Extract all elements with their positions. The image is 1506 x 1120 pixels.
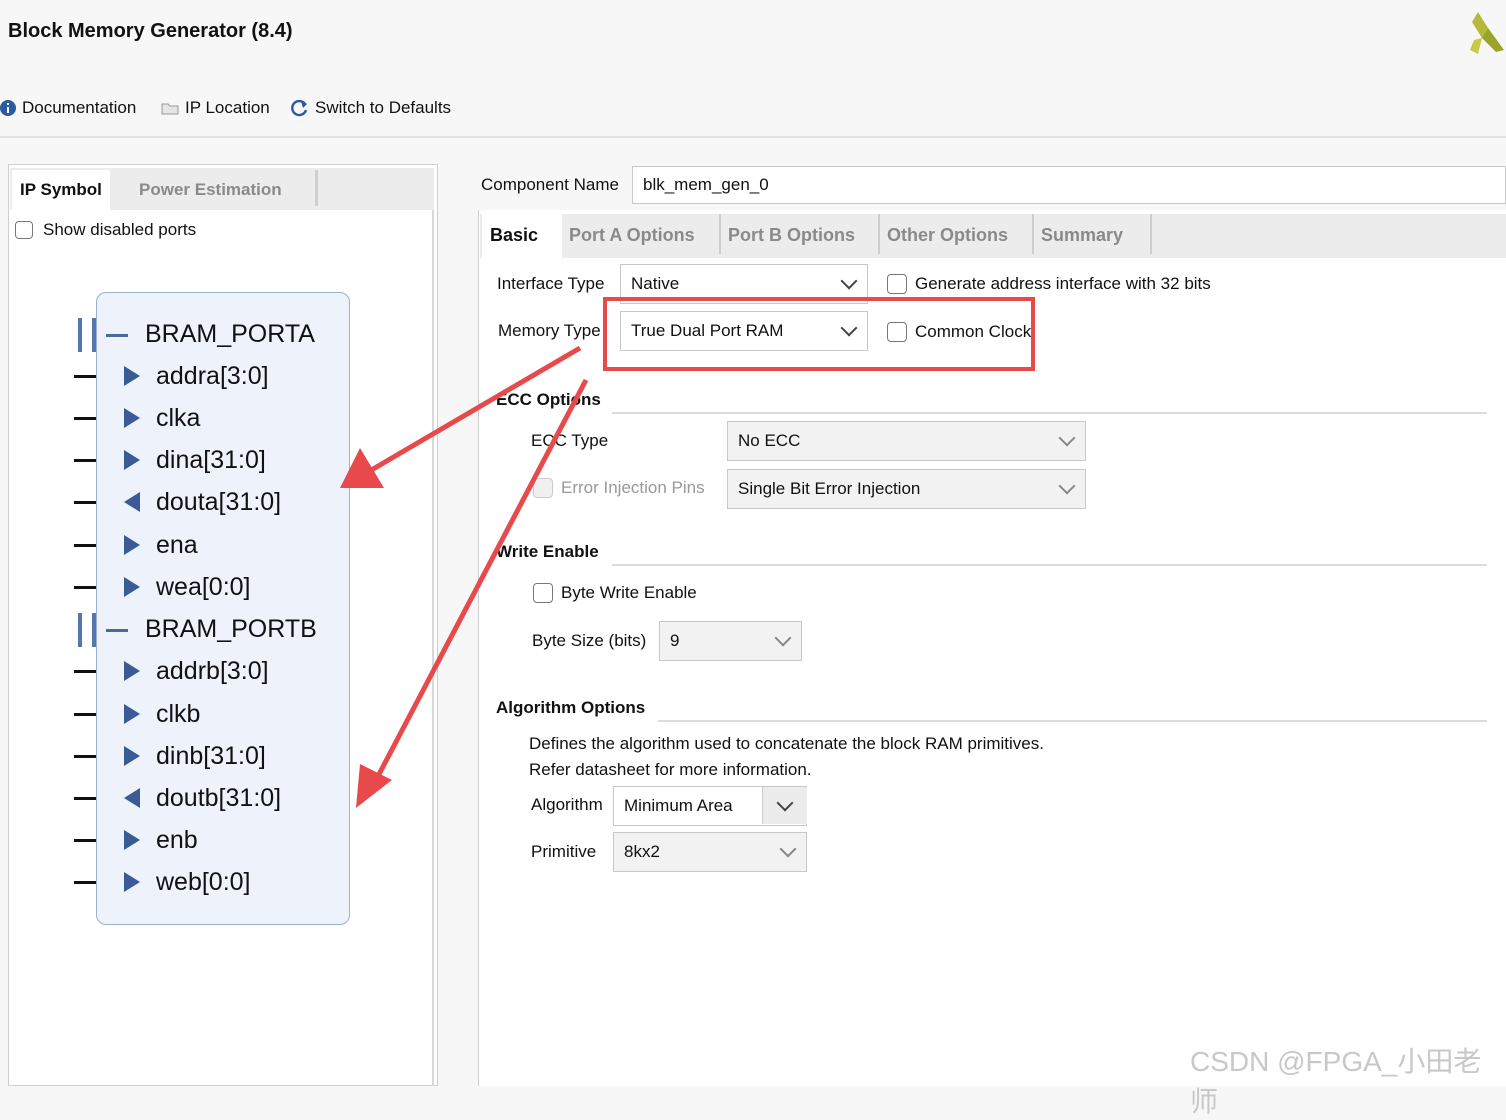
annotation-arrows bbox=[340, 345, 589, 808]
watermark-text: CSDN @FPGA_小田老师 bbox=[1190, 1046, 1482, 1117]
annotation-arrow-head bbox=[356, 764, 392, 808]
annotation-arrow-line bbox=[373, 378, 589, 782]
